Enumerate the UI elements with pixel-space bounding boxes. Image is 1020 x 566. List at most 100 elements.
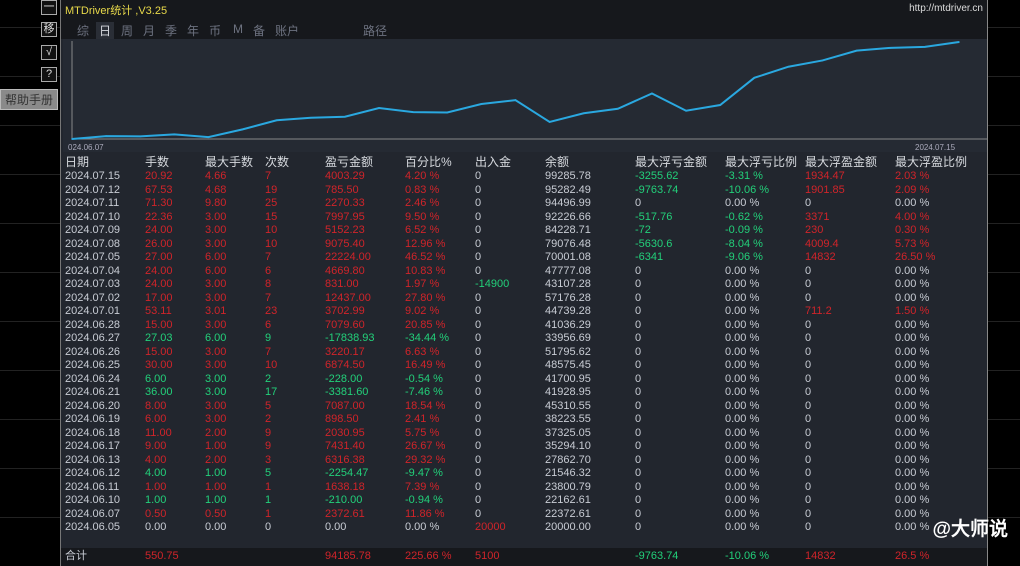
cell-pnl: 3702.99 [325, 305, 365, 317]
table-row[interactable]: 2024.06.12 4.00 1.00 5 -2254.47 -9.47 % 0 21546… [61, 467, 987, 481]
cell-max-lots: 3.00 [205, 224, 227, 236]
cell-count: 9 [265, 426, 272, 439]
cell-date: 2024.07.10 [65, 210, 121, 223]
table-row[interactable]: 2024.06.05 0.00 0.00 0 0.00 0.00 % 20000 20000.… [61, 521, 987, 535]
equity-point [275, 119, 278, 122]
minimize-button[interactable]: 一 [41, 0, 57, 15]
cell-percent: 6.52 % [405, 224, 440, 236]
help-manual-button[interactable]: 帮助手册 [0, 89, 58, 110]
cell-deposit: -14900 [475, 278, 510, 290]
table-row[interactable]: 2024.06.19 6.00 3.00 2 898.50 2.41 % 0 38223.55… [61, 413, 987, 427]
cell-max-lots: 3.00 [205, 291, 227, 304]
table-row[interactable]: 2024.07.11 71.30 9.80 25 2270.33 2.46 % 0 94496… [61, 197, 987, 211]
cell-pnl: 2030.95 [325, 426, 365, 439]
tab-0[interactable]: 综 [77, 22, 89, 39]
table-row[interactable]: 2024.07.05 27.00 6.00 7 22224.00 46.52 % 0 7000… [61, 251, 987, 265]
table-row[interactable]: 2024.07.09 24.00 3.00 10 5152.23 6.52 % 0 84228… [61, 224, 987, 238]
tab-8[interactable]: 备 [253, 22, 265, 39]
cell-balance: 84228.71 [545, 224, 591, 236]
table-row[interactable]: 2024.06.07 0.50 0.50 1 2372.61 11.86 % 0 22372.… [61, 508, 987, 522]
table-row[interactable]: 2024.06.17 9.00 1.00 9 7431.40 26.67 % 0 35294.… [61, 440, 987, 454]
header-max-float-loss-pct[interactable]: 最大浮亏比例 [725, 155, 797, 170]
cell-max-lots: 3.00 [205, 318, 227, 331]
table-row[interactable]: 2024.06.13 4.00 2.00 3 6316.38 29.32 % 0 27862.… [61, 454, 987, 468]
cell-pnl: 3220.17 [325, 345, 365, 358]
move-button[interactable]: 移 [41, 22, 57, 37]
tab-4[interactable]: 季 [165, 22, 177, 39]
table-row[interactable]: 2024.07.03 24.00 3.00 8 831.00 1.97 % -14900 43… [61, 278, 987, 292]
header-count[interactable]: 次数 [265, 155, 289, 170]
cell-deposit: 0 [475, 170, 482, 182]
cell-percent: 20.85 % [405, 318, 446, 331]
table-row[interactable]: 2024.06.11 1.00 1.00 1 1638.18 7.39 % 0 23800.7… [61, 481, 987, 495]
table-row[interactable]: 2024.07.10 22.36 3.00 15 7997.95 9.50 % 0 92226… [61, 211, 987, 225]
header-deposit[interactable]: 出入金 [475, 155, 511, 170]
table-row[interactable]: 2024.07.04 24.00 6.00 6 4669.80 10.83 % 0 47777… [61, 265, 987, 279]
header-percent[interactable]: 百分比% [405, 155, 452, 170]
header-max-float-profit[interactable]: 最大浮盈金额 [805, 155, 877, 170]
cell-max-float-profit: 0 [805, 278, 812, 290]
tab-9[interactable]: 账户 [275, 22, 299, 39]
table-row[interactable]: 2024.07.02 17.00 3.00 7 12437.00 27.80 % 0 5717… [61, 292, 987, 306]
tab-10[interactable]: 路径 [363, 22, 387, 39]
cell-lots: 17.00 [145, 291, 173, 304]
table-row[interactable]: 2024.07.12 67.53 4.68 19 785.50 0.83 % 0 95282.… [61, 184, 987, 198]
cell-max-float-loss-pct: 0.00 % [725, 345, 760, 358]
tab-1[interactable]: 日 [96, 22, 115, 39]
header-balance[interactable]: 余额 [545, 155, 569, 170]
table-row[interactable]: 2024.06.18 11.00 2.00 9 2030.95 5.75 % 0 37325.… [61, 427, 987, 441]
table-row[interactable]: 2024.06.25 30.00 3.00 10 6874.50 16.49 % 0 4857… [61, 359, 987, 373]
cell-max-lots: 3.00 [205, 237, 227, 250]
cell-lots: 67.53 [145, 183, 173, 196]
header-max-lots[interactable]: 最大手数 [205, 155, 253, 170]
equity-point [753, 77, 756, 79]
tab-3[interactable]: 月 [143, 22, 155, 39]
cell-balance: 21546.32 [545, 467, 591, 479]
table-row[interactable]: 2024.06.26 15.00 3.00 7 3220.17 6.63 % 0 51795.… [61, 346, 987, 360]
header-max-float-loss[interactable]: 最大浮亏金额 [635, 155, 707, 170]
table-row[interactable]: 2024.06.10 1.00 1.00 1 -210.00 -0.94 % 0 22162.… [61, 494, 987, 508]
cell-max-float-profit: 230 [805, 224, 824, 236]
cell-balance: 45310.55 [545, 399, 591, 412]
check-button[interactable]: √ [41, 45, 57, 60]
website-link[interactable]: http://mtdriver.cn [909, 3, 983, 14]
cell-max-lots: 3.00 [205, 386, 227, 398]
cell-max-float-loss-pct: -8.04 % [725, 237, 763, 250]
header-pnl[interactable]: 盈亏金额 [325, 155, 373, 170]
tab-5[interactable]: 年 [187, 22, 199, 39]
cell-lots: 53.11 [145, 305, 172, 317]
window-title: MTDriver统计 ,V3.25 [65, 5, 168, 17]
cell-pnl: -17838.93 [325, 332, 375, 344]
cell-max-lots: 1.00 [205, 440, 227, 452]
cell-percent: 0.00 % [405, 521, 440, 533]
cell-lots: 6.00 [145, 413, 167, 425]
header-date[interactable]: 日期 [65, 155, 89, 170]
table-row[interactable]: 2024.07.15 20.92 4.66 7 4003.29 4.20 % 0 99285.… [61, 170, 987, 184]
help-icon-button[interactable]: ? [41, 67, 57, 82]
cell-max-float-profit-pct: 2.09 % [895, 183, 930, 196]
header-lots[interactable]: 手数 [145, 155, 169, 170]
table-row[interactable]: 2024.06.21 36.00 3.00 17 -3381.60 -7.46 % 0 419… [61, 386, 987, 400]
cell-balance: 51795.62 [545, 345, 591, 358]
header-max-float-profit-pct[interactable]: 最大浮盈比例 [895, 155, 967, 170]
cell-date: 2024.07.01 [65, 305, 121, 317]
cell-max-float-profit: 0 [805, 494, 812, 506]
cell-percent: 12.96 % [405, 237, 446, 250]
tab-2[interactable]: 周 [121, 22, 133, 39]
table-row[interactable]: 2024.06.28 15.00 3.00 6 7079.60 20.85 % 0 41036… [61, 319, 987, 333]
equity-point [412, 111, 414, 113]
cell-max-float-loss-pct: 0.00 % [725, 399, 760, 412]
table-row[interactable]: 2024.06.27 27.03 6.00 9 -17838.93 -34.44 % 0 33… [61, 332, 987, 346]
cell-lots: 11.00 [145, 426, 172, 439]
tab-6[interactable]: 币 [209, 22, 221, 39]
table-row[interactable]: 2024.07.01 53.11 3.01 23 3702.99 9.02 % 0 44739… [61, 305, 987, 319]
cell-lots: 27.03 [145, 332, 173, 344]
cell-pnl: 7079.60 [325, 318, 365, 331]
table-row[interactable]: 2024.06.20 8.00 3.00 5 7087.00 18.54 % 0 45310.… [61, 400, 987, 414]
table-row[interactable]: 2024.06.24 6.00 3.00 2 -228.00 -0.54 % 0 41700.… [61, 373, 987, 387]
cell-percent: 18.54 % [405, 399, 446, 412]
cell-max-float-profit: 0 [805, 480, 812, 493]
cell-lots: 15.00 [145, 318, 173, 331]
table-row[interactable]: 2024.07.08 26.00 3.00 10 9075.40 12.96 % 0 7907… [61, 238, 987, 252]
tab-7[interactable]: M [233, 22, 243, 36]
